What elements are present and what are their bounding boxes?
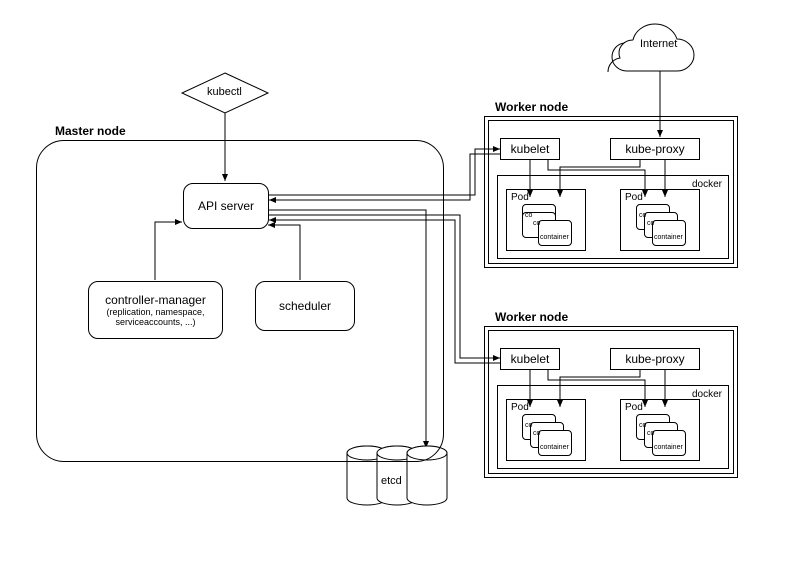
internet-label: Internet (640, 38, 677, 50)
worker1-pod1-label: Pod (511, 192, 529, 203)
worker2-pod2-label: Pod (625, 402, 643, 413)
worker-node-2-title: Worker node (495, 310, 568, 324)
worker2-kubeproxy-label: kube-proxy (625, 352, 684, 366)
worker1-kubeproxy-label: kube-proxy (625, 142, 684, 156)
worker1-kubeproxy-box: kube-proxy (610, 138, 700, 160)
controller-manager-title: controller-manager (105, 293, 206, 307)
controller-manager-subtitle: (replication, namespace, serviceaccounts… (93, 307, 218, 327)
kubectl-label: kubectl (207, 86, 242, 98)
worker2-pod1-label: Pod (511, 402, 529, 413)
worker2-kubeproxy-box: kube-proxy (610, 348, 700, 370)
worker2-kubelet-box: kubelet (500, 348, 560, 370)
worker1-kubelet-label: kubelet (511, 142, 550, 156)
worker1-kubelet-box: kubelet (500, 138, 560, 160)
api-server-box: API server (183, 183, 269, 229)
scheduler-box: scheduler (255, 281, 355, 331)
worker1-pod2-label: Pod (625, 192, 643, 203)
master-node-title: Master node (55, 124, 126, 138)
worker2-kubelet-label: kubelet (511, 352, 550, 366)
scheduler-label: scheduler (279, 299, 331, 313)
diagram-canvas: Internet Master node kubectl API server … (0, 0, 793, 573)
worker-node-1-title: Worker node (495, 100, 568, 114)
controller-manager-box: controller-manager (replication, namespa… (88, 281, 223, 339)
etcd-label: etcd (381, 475, 402, 487)
api-server-label: API server (198, 199, 254, 213)
